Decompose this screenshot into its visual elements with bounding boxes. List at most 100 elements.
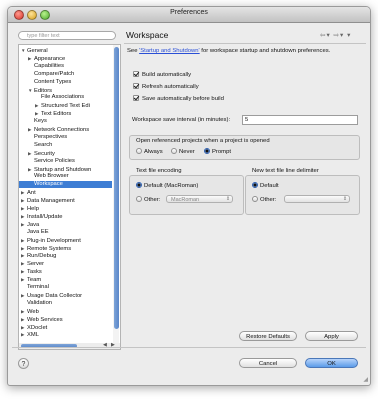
page-description: See 'Startup and Shutdown' for workspace… <box>127 48 331 54</box>
tree-item[interactable]: Web Browser <box>19 173 112 180</box>
tree-item[interactable]: ▶ Help <box>19 205 112 212</box>
save-before-build-checkbox[interactable]: Save automatically before build <box>133 95 224 103</box>
tree-item[interactable]: ▶ Web <box>19 308 112 315</box>
tree-item[interactable]: ▶ Data Management <box>19 197 112 204</box>
save-interval-input[interactable]: 5 <box>242 115 358 125</box>
tree-item[interactable]: ▶ XML <box>19 331 112 338</box>
chevron-updown-icon: ⇕ <box>342 196 348 202</box>
tree-item[interactable]: ▶ XDoclet <box>19 324 112 331</box>
tree-item-label: File Associations <box>41 94 85 101</box>
tree-item-label: Web <box>27 308 39 315</box>
radio-off-icon[interactable] <box>136 148 142 154</box>
radio-on-icon[interactable] <box>204 148 210 154</box>
tree-item[interactable]: ▶ Plug-in Development <box>19 237 112 244</box>
view-menu-icon[interactable]: ▾ <box>347 32 351 39</box>
tree-item-label: Java <box>27 221 40 228</box>
tree-item[interactable]: Search <box>19 142 112 149</box>
tree-item-label: Run/Debug <box>27 253 57 260</box>
forward-arrow-icon[interactable]: ⇨▾ <box>334 32 345 39</box>
tree-item-label: Java EE <box>27 228 49 235</box>
tree-item-label: Compare/Patch <box>34 70 75 77</box>
tree-item[interactable]: ▶ Security <box>19 150 112 157</box>
tree-item[interactable]: ▶ Structured Text Edi <box>19 102 112 109</box>
tree-item[interactable]: Validation <box>19 300 112 307</box>
tree-item-label: Tasks <box>27 269 42 276</box>
tree-item[interactable]: Workspace <box>19 181 112 189</box>
open-never-radio[interactable]: Never <box>171 148 195 156</box>
tree-item[interactable]: ▼ General <box>19 47 112 54</box>
ok-button[interactable]: OK <box>305 358 358 368</box>
radio-off-icon[interactable] <box>252 196 258 202</box>
resize-grip-icon[interactable]: ◢ <box>363 376 368 383</box>
tree-item[interactable]: ▶ Text Editors <box>19 110 112 117</box>
tree-item[interactable]: Java EE <box>19 229 112 236</box>
encoding-other-radio[interactable]: Other: <box>136 196 160 204</box>
refresh-automatically-checkbox[interactable]: Refresh automatically <box>133 83 199 91</box>
tree-item-label: Remote Systems <box>27 245 72 252</box>
preference-tree[interactable]: ▼ General ▶ Appearance Capabilities Compare/P… <box>18 44 121 345</box>
tree-item[interactable]: ▶ Network Connections <box>19 126 112 133</box>
tree-item[interactable]: Capabilities <box>19 63 112 70</box>
tree-item[interactable]: Keys <box>19 118 112 125</box>
tree-item[interactable]: ▶ Team <box>19 276 112 283</box>
header-divider <box>124 43 366 44</box>
tree-item[interactable]: ▶ Install/Update <box>19 213 112 220</box>
filter-input[interactable]: type filter text <box>18 31 116 40</box>
radio-off-icon[interactable] <box>136 196 142 202</box>
apply-button[interactable]: Apply <box>305 331 358 341</box>
tree-item-label: Structured Text Edi <box>41 103 90 110</box>
cancel-button[interactable]: Cancel <box>239 358 297 368</box>
delimiter-default-radio[interactable]: Default <box>252 182 279 190</box>
tree-item[interactable]: ▶ Run/Debug <box>19 252 112 259</box>
tree-item-label: Help <box>27 206 39 212</box>
tree-item[interactable]: ▶ Appearance <box>19 55 112 62</box>
tree-item-label: Network Connections <box>34 127 90 133</box>
tree-scroll-thumb[interactable] <box>114 47 119 329</box>
tree-item-label: Editors <box>34 87 53 94</box>
tree-item[interactable]: ▶ Server <box>19 260 112 267</box>
tree-item-label: XDoclet <box>27 324 48 331</box>
tree-item[interactable]: Perspectives <box>19 134 112 141</box>
tree-item[interactable]: ▶ Ant <box>19 189 112 196</box>
checkbox-checked-icon[interactable] <box>133 71 139 77</box>
tree-item[interactable]: ▶ Web Services <box>19 316 112 323</box>
help-button[interactable]: ? <box>18 358 29 369</box>
tree-item[interactable]: File Associations <box>19 94 112 101</box>
tree-item-label: Web Services <box>27 316 63 323</box>
tree-item[interactable]: ▶ Usage Data Collector <box>19 292 112 299</box>
tree-item-label: Security <box>34 150 55 157</box>
restore-defaults-button[interactable]: Restore Defaults <box>239 331 297 341</box>
checkbox-checked-icon[interactable] <box>133 83 139 89</box>
tree-item-label: Validation <box>27 299 53 306</box>
tree-item[interactable]: Terminal <box>19 284 112 291</box>
open-projects-label: Open referenced projects when a project … <box>136 138 270 144</box>
radio-on-icon[interactable] <box>136 182 142 188</box>
tree-item[interactable]: Service Policies <box>19 158 112 165</box>
tree-item-label: Data Management <box>27 198 75 205</box>
tree-item[interactable]: ▶ Startup and Shutdown <box>19 166 112 173</box>
tree-item[interactable]: Content Types <box>19 79 112 86</box>
encoding-default-radio[interactable]: Default (MacRoman) <box>136 182 198 190</box>
encoding-select[interactable]: MacRoman ⇕ <box>166 195 233 203</box>
build-automatically-checkbox[interactable]: Build automatically <box>133 71 191 79</box>
radio-off-icon[interactable] <box>171 148 177 154</box>
tree-item[interactable]: ▼ Editors <box>19 87 112 94</box>
tree-item[interactable]: ▶ Java <box>19 221 112 228</box>
checkbox-checked-icon[interactable] <box>133 95 139 101</box>
tree-item-label: Usage Data Collector <box>27 292 83 299</box>
delimiter-select[interactable]: ⇕ <box>284 195 350 203</box>
save-interval-label: Workspace save interval (in minutes): <box>132 117 231 123</box>
radio-on-icon[interactable] <box>252 182 258 188</box>
tree-item[interactable]: ▶ Remote Systems <box>19 245 112 252</box>
tree-item[interactable]: ▶ Tasks <box>19 268 112 275</box>
back-arrow-icon[interactable]: ⇦▾ <box>320 32 331 39</box>
tree-item[interactable]: Compare/Patch <box>19 71 112 78</box>
tree-item-label: Web Browser <box>34 173 69 180</box>
startup-shutdown-link[interactable]: 'Startup and Shutdown' <box>139 48 200 54</box>
tree-item-label: Keys <box>34 118 47 125</box>
delimiter-other-radio[interactable]: Other: <box>252 196 276 204</box>
tree-item-label: Content Types <box>34 78 72 85</box>
open-always-radio[interactable]: Always <box>136 148 163 156</box>
tree-item-label: Startup and Shutdown <box>34 166 92 173</box>
open-prompt-radio[interactable]: Prompt <box>204 148 231 156</box>
